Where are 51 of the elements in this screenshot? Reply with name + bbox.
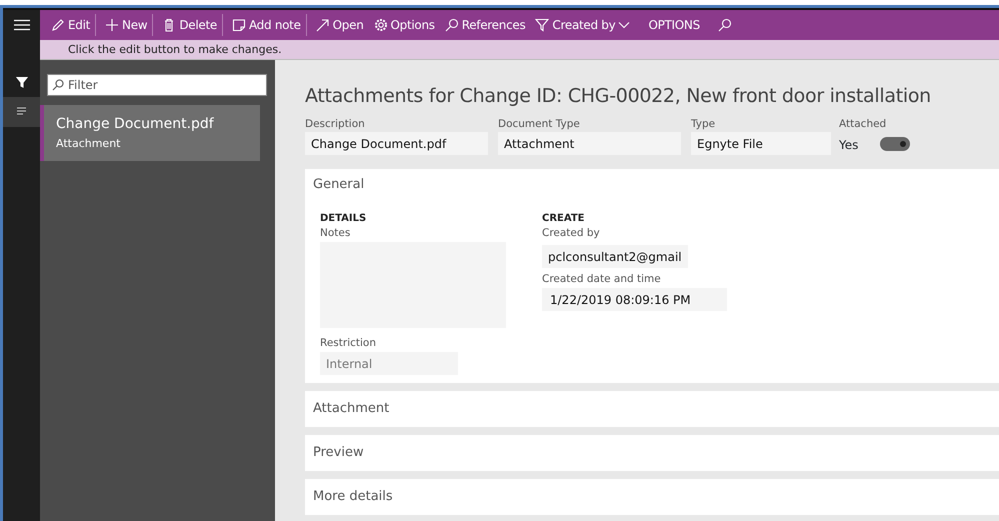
field-value: Egnyte File: [691, 132, 831, 156]
list-item[interactable]: Change Document.pdf Attachment: [40, 105, 260, 161]
search-icon: [52, 79, 64, 91]
toolbar-button[interactable]: OPTIONS: [643, 14, 705, 36]
section-header[interactable]: More details: [305, 479, 999, 516]
toolbar-button[interactable]: Options: [368, 14, 440, 36]
gear-icon: [374, 18, 388, 32]
item-title: Change Document.pdf: [56, 115, 215, 133]
toolbar-button[interactable]: Delete: [157, 14, 223, 36]
section-header[interactable]: Attachment: [305, 391, 999, 428]
field-label: Document Type: [498, 116, 581, 132]
search-icon: [718, 18, 732, 32]
toggle-switch[interactable]: [880, 137, 910, 152]
item-subtitle: Attachment: [56, 136, 122, 152]
field-label: Created date and time: [542, 272, 662, 287]
plus-icon: [105, 18, 120, 32]
menu-button[interactable]: [3, 10, 40, 40]
pencil-icon: [51, 18, 65, 32]
field-label: Restriction: [320, 336, 377, 351]
filter-field[interactable]: Filter: [47, 74, 267, 96]
field-value: pclconsultant2@gmail: [542, 245, 688, 268]
filter-icon: [535, 18, 550, 32]
menu-icon: [14, 19, 30, 31]
message-text: Click the edit button to make changes.: [40, 40, 999, 60]
toolbar-button[interactable]: Open: [310, 14, 369, 36]
field-value: Change Document.pdf: [305, 132, 488, 156]
chevron-down-icon: [618, 21, 630, 29]
toolbar-button[interactable]: Add note: [226, 14, 307, 36]
form-title: Attachments for Change ID: CHG-00022, New front door installation: [305, 84, 932, 109]
toolbar-button[interactable]: Created by: [530, 14, 636, 36]
group-heading: DETAILS: [320, 212, 368, 226]
pane-button[interactable]: [3, 97, 40, 127]
field-value: 1/22/2019 08:09:16 PM: [542, 288, 727, 311]
group-heading: CREATE: [542, 212, 586, 226]
field-value: Attachment: [498, 132, 681, 156]
toolbar-button[interactable]: Edit: [46, 14, 96, 36]
field-label: Description: [305, 116, 366, 132]
filter-icon: [16, 76, 28, 88]
toolbar-button[interactable]: References: [440, 14, 530, 36]
note-icon: [232, 18, 246, 32]
field-label: Type: [691, 116, 716, 132]
section-header[interactable]: General: [305, 169, 999, 206]
field-label: Created by: [542, 226, 601, 242]
field-value: Internal: [320, 352, 458, 375]
search-icon: [444, 18, 459, 32]
field-value: Yes: [839, 137, 858, 154]
field-label: Notes: [320, 226, 352, 242]
toolbar-button[interactable]: New: [100, 14, 154, 36]
section-header[interactable]: Preview: [305, 435, 999, 472]
field-label: Attached: [839, 116, 888, 132]
arrow-icon: [316, 18, 330, 32]
